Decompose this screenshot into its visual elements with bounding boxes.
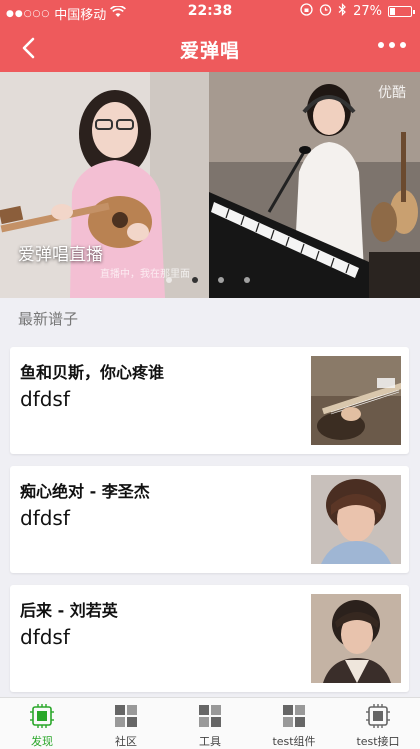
song-card[interactable]: 痴心绝对 - 李圣杰 dfdsf	[10, 466, 409, 573]
song-subtitle: dfdsf	[20, 387, 70, 411]
song-thumbnail	[311, 356, 401, 445]
song-subtitle: dfdsf	[20, 625, 70, 649]
more-dot	[389, 42, 395, 48]
battery-icon	[388, 6, 415, 17]
tab-label: test组件	[272, 735, 316, 748]
song-title: 鱼和贝斯，你心疼谁	[20, 363, 165, 382]
banner-caption: 爱弹唱直播	[18, 245, 103, 265]
tab-test-api[interactable]: test接口	[336, 698, 420, 749]
pager-dot[interactable]	[244, 277, 250, 283]
banner-slide-piano	[209, 72, 420, 298]
song-card[interactable]: 鱼和贝斯，你心疼谁 dfdsf	[10, 347, 409, 454]
status-bar: ●●○○○ 中国移动 22:38 27%	[0, 0, 420, 24]
more-button[interactable]	[378, 42, 406, 48]
tab-test-components[interactable]: test组件	[252, 698, 336, 749]
tab-community[interactable]: 社区	[84, 698, 168, 749]
tab-bar: 发现 社区 工具 test组件 test接口	[0, 697, 420, 749]
page-title: 爱弹唱	[179, 40, 240, 62]
nav-bar: 爱弹唱	[0, 24, 420, 72]
grid-icon	[283, 705, 305, 727]
carousel-pager	[166, 277, 250, 283]
battery-percent: 27%	[353, 4, 382, 19]
song-title: 后来 - 刘若英	[20, 601, 118, 620]
grid-icon	[199, 705, 221, 727]
more-dot	[400, 42, 406, 48]
pager-dot[interactable]	[166, 277, 172, 283]
rotation-lock-icon	[300, 3, 313, 20]
more-dot	[378, 42, 384, 48]
chip-icon	[366, 704, 390, 728]
grid-icon	[115, 705, 137, 727]
chip-icon	[30, 704, 54, 728]
tab-discover[interactable]: 发现	[0, 698, 84, 749]
video-watermark-logo: 优酷	[378, 85, 406, 101]
tab-label: 工具	[199, 735, 221, 748]
song-thumbnail	[311, 594, 401, 683]
song-title: 痴心绝对 - 李圣杰	[20, 482, 150, 501]
banner-carousel[interactable]: 优酷 爱弹唱直播 直播中，我在那里面	[0, 72, 420, 298]
pager-dot-active[interactable]	[192, 277, 198, 283]
song-thumbnail	[311, 475, 401, 564]
section-title: 最新谱子	[18, 310, 79, 328]
song-subtitle: dfdsf	[20, 506, 70, 530]
pager-dot[interactable]	[218, 277, 224, 283]
alarm-icon	[319, 3, 332, 20]
bluetooth-icon	[338, 3, 347, 20]
tab-label: 发现	[31, 735, 53, 748]
tab-tools[interactable]: 工具	[168, 698, 252, 749]
tab-label: 社区	[115, 735, 137, 748]
song-card[interactable]: 后来 - 刘若英 dfdsf	[10, 585, 409, 692]
tab-label: test接口	[356, 735, 400, 748]
